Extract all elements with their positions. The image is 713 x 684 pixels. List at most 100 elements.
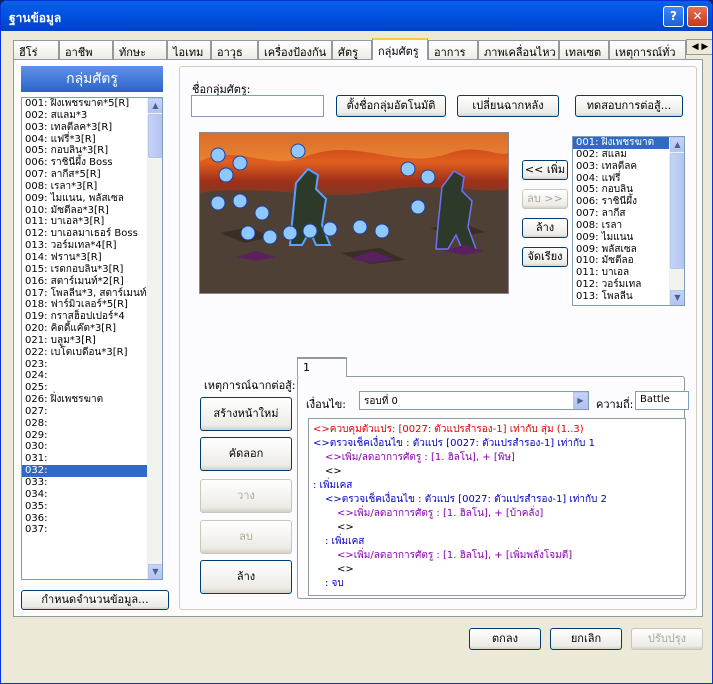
- tab-animation[interactable]: ภาพเคลื่อนไหว: [478, 40, 559, 59]
- help-button[interactable]: ?: [663, 6, 684, 27]
- troop-list-item[interactable]: 027:: [22, 406, 147, 418]
- enemy-list-item[interactable]: 009: ไมแนน: [573, 232, 669, 244]
- tab-tileset[interactable]: เทลเซต: [559, 40, 609, 59]
- event-command-line[interactable]: <>ควบคุมตัวแปร: [0027: ตัวแปรสำรอง-1] เท…: [313, 423, 584, 437]
- add-enemy-button[interactable]: << เพิ่ม: [522, 160, 568, 180]
- cancel-button[interactable]: ยกเลิก: [550, 628, 622, 650]
- change-maximum-button[interactable]: กำหนดจำนวนข้อมูล...: [21, 590, 169, 610]
- troop-list-item[interactable]: 025:: [22, 382, 147, 394]
- tab-item[interactable]: ไอเทม: [167, 40, 211, 59]
- enemy-list[interactable]: 001: ฝิ่งเพชรฆาต 002: สแลม 003: เทลตีลค 004…: [572, 136, 685, 306]
- troop-list-item[interactable]: 029:: [22, 430, 147, 442]
- scroll-up-icon[interactable]: ▲: [148, 98, 162, 113]
- enemy-list-item[interactable]: 002: สแลม: [573, 149, 669, 161]
- tab-common-event[interactable]: เหตุการณ์ทั่ว: [609, 40, 686, 59]
- troop-list-item[interactable]: 018: ฟาร์มิวเลอร์*5[R]: [22, 299, 147, 311]
- enemy-list-item[interactable]: 012: วอร์มเทล: [573, 279, 669, 291]
- troop-list[interactable]: 001: ฝิ่งเพชรฆาต*5[R] 002: สแลม*3 003: เทล…: [21, 97, 163, 580]
- paste-page-button[interactable]: วาง: [200, 479, 292, 513]
- troop-list-scrollbar[interactable]: ▲ ▼: [147, 98, 162, 579]
- clear-page-button[interactable]: ล้าง: [200, 560, 292, 594]
- enemy-list-item[interactable]: 001: ฝิ่งเพชรฆาต: [573, 137, 669, 149]
- troop-list-item[interactable]: 019: กราสฮ็อปเปอร์*4: [22, 311, 147, 323]
- close-button[interactable]: ✕: [687, 6, 708, 27]
- span-select[interactable]: Battle: [635, 391, 689, 410]
- scroll-down-icon[interactable]: ▼: [148, 564, 162, 579]
- troop-list-item[interactable]: 037:: [22, 524, 147, 536]
- troop-list-item[interactable]: 008: เรลา*3[R]: [22, 181, 147, 193]
- troop-list-item[interactable]: 028:: [22, 418, 147, 430]
- troop-list-item[interactable]: 022: เบโตเบดีอน*3[R]: [22, 347, 147, 359]
- remove-enemy-button[interactable]: ลบ >>: [522, 189, 568, 209]
- troop-list-item[interactable]: 016: สตาร์เมนท์*2[R]: [22, 276, 147, 288]
- troop-list-item[interactable]: 004: แฟรี่*3[R]: [22, 134, 147, 146]
- event-command-line[interactable]: : จบ: [313, 577, 344, 591]
- apply-button[interactable]: ปรับปรุง: [631, 628, 703, 650]
- troop-list-item[interactable]: 020: คิดดี้แค๊ต*3[R]: [22, 323, 147, 335]
- tab-scroll-arrows[interactable]: ◀ ▶: [686, 39, 712, 55]
- tab-hero[interactable]: ฮีโร่: [13, 40, 59, 59]
- new-page-button[interactable]: สร้างหน้าใหม่: [200, 397, 292, 431]
- enemy-list-item[interactable]: 013: โพลลีน: [573, 291, 669, 303]
- copy-page-button[interactable]: คัดลอก: [200, 437, 292, 471]
- event-command-line[interactable]: : เพิ่มเคส: [313, 479, 352, 493]
- enemy-list-item[interactable]: 003: เทลตีลค: [573, 161, 669, 173]
- scroll-thumb[interactable]: [148, 114, 162, 158]
- troop-list-item[interactable]: 012: บาเอลมาเธอร์ Boss: [22, 228, 147, 240]
- troop-list-item[interactable]: 007: ลากีส*5[R]: [22, 169, 147, 181]
- condition-field[interactable]: รอบที่ 0: [359, 391, 589, 410]
- troop-list-item[interactable]: 021: บลูม*3[R]: [22, 335, 147, 347]
- change-battleback-button[interactable]: เปลี่ยนฉากหลัง: [457, 95, 559, 117]
- event-command-line[interactable]: : เพิ่มเคส: [313, 535, 364, 549]
- delete-page-button[interactable]: ลบ: [200, 520, 292, 554]
- enemy-list-item[interactable]: 004: แฟรี่: [573, 173, 669, 185]
- event-command-line[interactable]: <>: [313, 465, 342, 479]
- event-command-line[interactable]: <>เพิ่ม/ลดอาการศัตรู : [1. ฮิลโน], + [เพ…: [313, 549, 572, 563]
- battle-preview[interactable]: [199, 132, 509, 294]
- tab-class[interactable]: อาชีพ: [59, 40, 113, 59]
- enemy-list-scrollbar[interactable]: ▲ ▼: [669, 137, 684, 305]
- auto-name-button[interactable]: ตั้งชื่อกลุ่มอัตโนมัติ: [336, 95, 446, 117]
- troop-list-item[interactable]: 003: เทลตีลค*3[R]: [22, 122, 147, 134]
- troop-list-item[interactable]: 010: มัซตีลอ*3[R]: [22, 205, 147, 217]
- enemy-list-item[interactable]: 009: พลัสเซล: [573, 244, 669, 256]
- scroll-down-icon[interactable]: ▼: [670, 290, 684, 305]
- troop-list-item[interactable]: 014: ฟราน*3[R]: [22, 252, 147, 264]
- arrange-enemies-button[interactable]: จัดเรียง: [522, 247, 568, 267]
- scroll-thumb[interactable]: [670, 153, 684, 269]
- tab-enemy[interactable]: ศัตรู: [332, 40, 372, 59]
- troop-list-item[interactable]: 011: บาเอล*3[R]: [22, 216, 147, 228]
- event-command-line[interactable]: <>เพิ่ม/ลดอาการศัตรู : [1. ฮิลโน], + [พิ…: [313, 451, 515, 465]
- condition-browse-icon[interactable]: ▶: [573, 392, 588, 409]
- tab-weapon[interactable]: อาวุธ: [211, 40, 258, 59]
- event-command-line[interactable]: <>: [313, 563, 354, 577]
- event-command-line[interactable]: <>ตรวจเช็คเงื่อนไข : ตัวแปร [0027: ตัวแป…: [313, 437, 595, 451]
- enemy-list-item[interactable]: 008: เรลา: [573, 220, 669, 232]
- troop-list-item[interactable]: 032:: [22, 465, 147, 477]
- tab-troop[interactable]: กลุ่มศัตรู: [372, 38, 428, 60]
- event-command-line[interactable]: <>: [313, 521, 354, 535]
- event-command-line[interactable]: <>ตรวจเช็คเงื่อนไข : ตัวแปร [0027: ตัวแป…: [313, 493, 607, 507]
- troop-list-item[interactable]: 015: เรดกอบลิน*3[R]: [22, 264, 147, 276]
- troop-list-item[interactable]: 023:: [22, 359, 147, 371]
- troop-list-item[interactable]: 033:: [22, 477, 147, 489]
- enemy-list-item[interactable]: 007: ลากีส: [573, 208, 669, 220]
- troop-list-item[interactable]: 036:: [22, 513, 147, 525]
- troop-list-item[interactable]: 035:: [22, 501, 147, 513]
- troop-list-item[interactable]: 002: สแลม*3: [22, 110, 147, 122]
- troop-name-input[interactable]: [191, 95, 324, 117]
- event-command-line[interactable]: <>เพิ่ม/ลดอาการศัตรู : [1. ฮิลโน], + [บ้…: [313, 507, 543, 521]
- troop-list-item[interactable]: 013: วอร์มเทล*4[R]: [22, 240, 147, 252]
- scroll-up-icon[interactable]: ▲: [670, 137, 684, 152]
- troop-list-item[interactable]: 031:: [22, 453, 147, 465]
- troop-list-item[interactable]: 017: โพลลีน*3, สตาร์เมนท์[: [22, 288, 150, 300]
- event-commands-list[interactable]: <>ควบคุมตัวแปร: [0027: ตัวแปรสำรอง-1] เท…: [308, 418, 686, 596]
- troop-list-item[interactable]: 006: ราชินีผึ้ง Boss: [22, 157, 147, 169]
- battle-test-button[interactable]: ทดสอบการต่อสู้...: [575, 95, 683, 117]
- troop-list-item[interactable]: 005: กอบลิน*3[R]: [22, 145, 147, 157]
- tab-armor[interactable]: เครื่องป้องกัน: [258, 40, 332, 59]
- tab-state[interactable]: อาการ: [428, 40, 478, 59]
- ok-button[interactable]: ตกลง: [469, 628, 541, 650]
- troop-list-item[interactable]: 024:: [22, 370, 147, 382]
- troop-list-item[interactable]: 001: ฝิ่งเพชรฆาต*5[R]: [22, 98, 147, 110]
